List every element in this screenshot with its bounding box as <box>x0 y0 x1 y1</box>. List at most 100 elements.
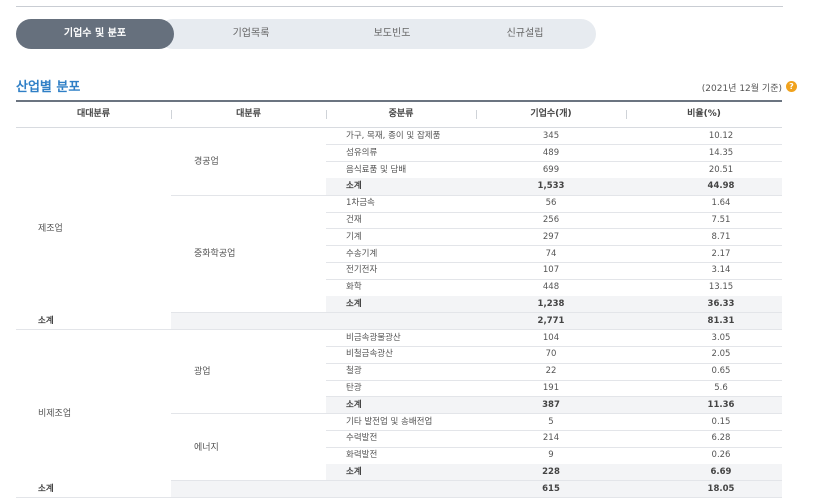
company-count: 5 <box>548 416 554 427</box>
company-count: 104 <box>542 332 560 343</box>
header-count: 기업수(개) <box>476 102 626 127</box>
ratio-value: 6.28 <box>711 433 731 444</box>
category-name: 전기전자 <box>346 265 378 276</box>
company-count: 70 <box>545 349 557 360</box>
table-row: 기타 발전업 및 송배전업 5 0.15 <box>16 414 782 431</box>
tab-company-count-distribution[interactable]: 기업수 및 분포 <box>16 19 174 49</box>
table-row: 전기전자 107 3.14 <box>16 262 782 279</box>
tab-label: 보도빈도 <box>373 28 411 39</box>
header-level1: 대대분류 <box>76 109 111 119</box>
category-name: 섬유의류 <box>346 147 378 158</box>
table-body: 제조업 비제조업 경공업 중화학공업 광업 에너지 가구, 목재, 종이 및 잡… <box>16 128 782 498</box>
company-count: 9 <box>548 450 554 461</box>
ratio-value: 81.31 <box>707 315 735 326</box>
company-count: 56 <box>545 198 557 209</box>
ratio-value: 2.05 <box>711 349 731 360</box>
company-count: 228 <box>542 467 560 477</box>
category-name: 수송기계 <box>346 248 378 259</box>
ratio-value: 20.51 <box>708 164 734 175</box>
ratio-value: 44.98 <box>707 181 735 192</box>
company-count: 345 <box>542 131 560 141</box>
table-row: 건재 256 7.51 <box>16 212 782 229</box>
ratio-value: 14.35 <box>708 147 734 158</box>
table-row: 비철금속광산 70 2.05 <box>16 346 782 363</box>
table-row: 수송기계 74 2.17 <box>16 246 782 263</box>
table-row: 철광 22 0.65 <box>16 363 782 380</box>
help-icon[interactable]: ? <box>786 81 797 92</box>
ratio-value: 0.65 <box>711 366 731 377</box>
category-name: 비금속광물광산 <box>346 332 401 343</box>
table-row: 음식료품 및 담배 699 20.51 <box>16 162 782 179</box>
ratio-value: 0.15 <box>711 416 731 427</box>
tab-bar: 기업수 및 분포 기업목록 보도빈도 신규설립 <box>16 19 596 49</box>
company-count: 489 <box>542 147 560 158</box>
category-name: 소계 <box>38 483 54 494</box>
category-name: 기계 <box>346 231 362 242</box>
category-name: 기타 발전업 및 송배전업 <box>346 416 433 427</box>
tab-label: 기업수 및 분포 <box>63 28 127 39</box>
ratio-value: 11.36 <box>707 399 735 410</box>
ratio-value: 36.33 <box>707 299 735 309</box>
company-count: 387 <box>542 399 560 410</box>
category-name: 소계 <box>346 399 362 410</box>
category-name: 화학 <box>346 282 362 293</box>
table-row: 기계 297 8.71 <box>16 229 782 246</box>
company-count: 699 <box>542 164 560 175</box>
subtotal-row: 소계 228 6.69 <box>326 464 782 481</box>
tab-company-list[interactable]: 기업목록 <box>158 19 328 49</box>
ratio-value: 2.17 <box>711 248 731 259</box>
company-count: 297 <box>542 231 560 242</box>
table-row: 1차금속 56 1.64 <box>16 195 782 212</box>
category-name: 소계 <box>38 315 54 326</box>
company-count: 1,238 <box>537 299 565 309</box>
top-divider <box>16 6 783 7</box>
company-count: 107 <box>542 265 560 276</box>
ratio-value: 1.64 <box>711 198 731 209</box>
subtotal-row: 소계 615 18.05 <box>38 480 782 498</box>
company-count: 22 <box>545 366 557 377</box>
section-title: 산업별 분포 <box>16 80 81 95</box>
basis-date: (2021년 12월 기준) <box>701 84 782 94</box>
ratio-value: 18.05 <box>707 483 735 494</box>
category-name: 음식료품 및 담배 <box>346 164 407 175</box>
subtotal-row: 소계 1,238 36.33 <box>326 296 782 313</box>
subtotal-row: 소계 2,771 81.31 <box>38 312 782 330</box>
subtotal-row: 소계 387 11.36 <box>326 396 782 414</box>
category-name: 1차금속 <box>346 198 375 209</box>
ratio-value: 3.05 <box>711 332 731 343</box>
company-count: 1,533 <box>537 181 565 192</box>
header-level3: 중분류 <box>326 102 476 127</box>
table-row: 가구, 목재, 종이 및 잡제품 345 10.12 <box>16 128 782 145</box>
category-name: 탄광 <box>346 383 362 393</box>
ratio-value: 0.26 <box>711 450 731 461</box>
header-level2: 대분류 <box>171 102 326 127</box>
category-name: 소계 <box>346 467 362 477</box>
table-row: 섬유의류 489 14.35 <box>16 145 782 162</box>
table-row: 수력발전 214 6.28 <box>16 430 782 447</box>
category-name: 화력발전 <box>346 450 378 461</box>
table-row: 화학 448 13.15 <box>16 279 782 296</box>
company-count: 214 <box>542 433 560 444</box>
header-ratio: 비율(%) <box>626 102 782 127</box>
category-name: 비철금속광산 <box>346 349 393 360</box>
category-name: 철광 <box>346 366 362 377</box>
company-count: 191 <box>542 383 560 393</box>
table-row: 탄광 191 5.6 <box>16 380 782 397</box>
ratio-value: 13.15 <box>708 282 734 293</box>
ratio-value: 5.6 <box>714 383 728 393</box>
industry-distribution-table: 대대분류 대분류 중분류 기업수(개) 비율(%) 제조업 비제조업 경공업 중… <box>16 100 782 498</box>
category-name: 가구, 목재, 종이 및 잡제품 <box>346 131 441 141</box>
subtotal-row: 소계 1,533 44.98 <box>326 178 782 196</box>
tab-label: 신규설립 <box>506 28 544 39</box>
ratio-value: 3.14 <box>711 265 731 276</box>
table-row: 화력발전 9 0.26 <box>16 447 782 464</box>
company-count: 74 <box>545 248 557 259</box>
table-header: 대대분류 대분류 중분류 기업수(개) 비율(%) <box>16 102 782 128</box>
company-count: 615 <box>542 483 560 494</box>
ratio-value: 6.69 <box>710 467 732 477</box>
company-count: 2,771 <box>537 315 565 326</box>
company-count: 448 <box>542 282 560 293</box>
category-name: 소계 <box>346 181 362 192</box>
tab-label: 기업목록 <box>232 28 270 39</box>
table-row: 비금속광물광산 104 3.05 <box>16 330 782 347</box>
